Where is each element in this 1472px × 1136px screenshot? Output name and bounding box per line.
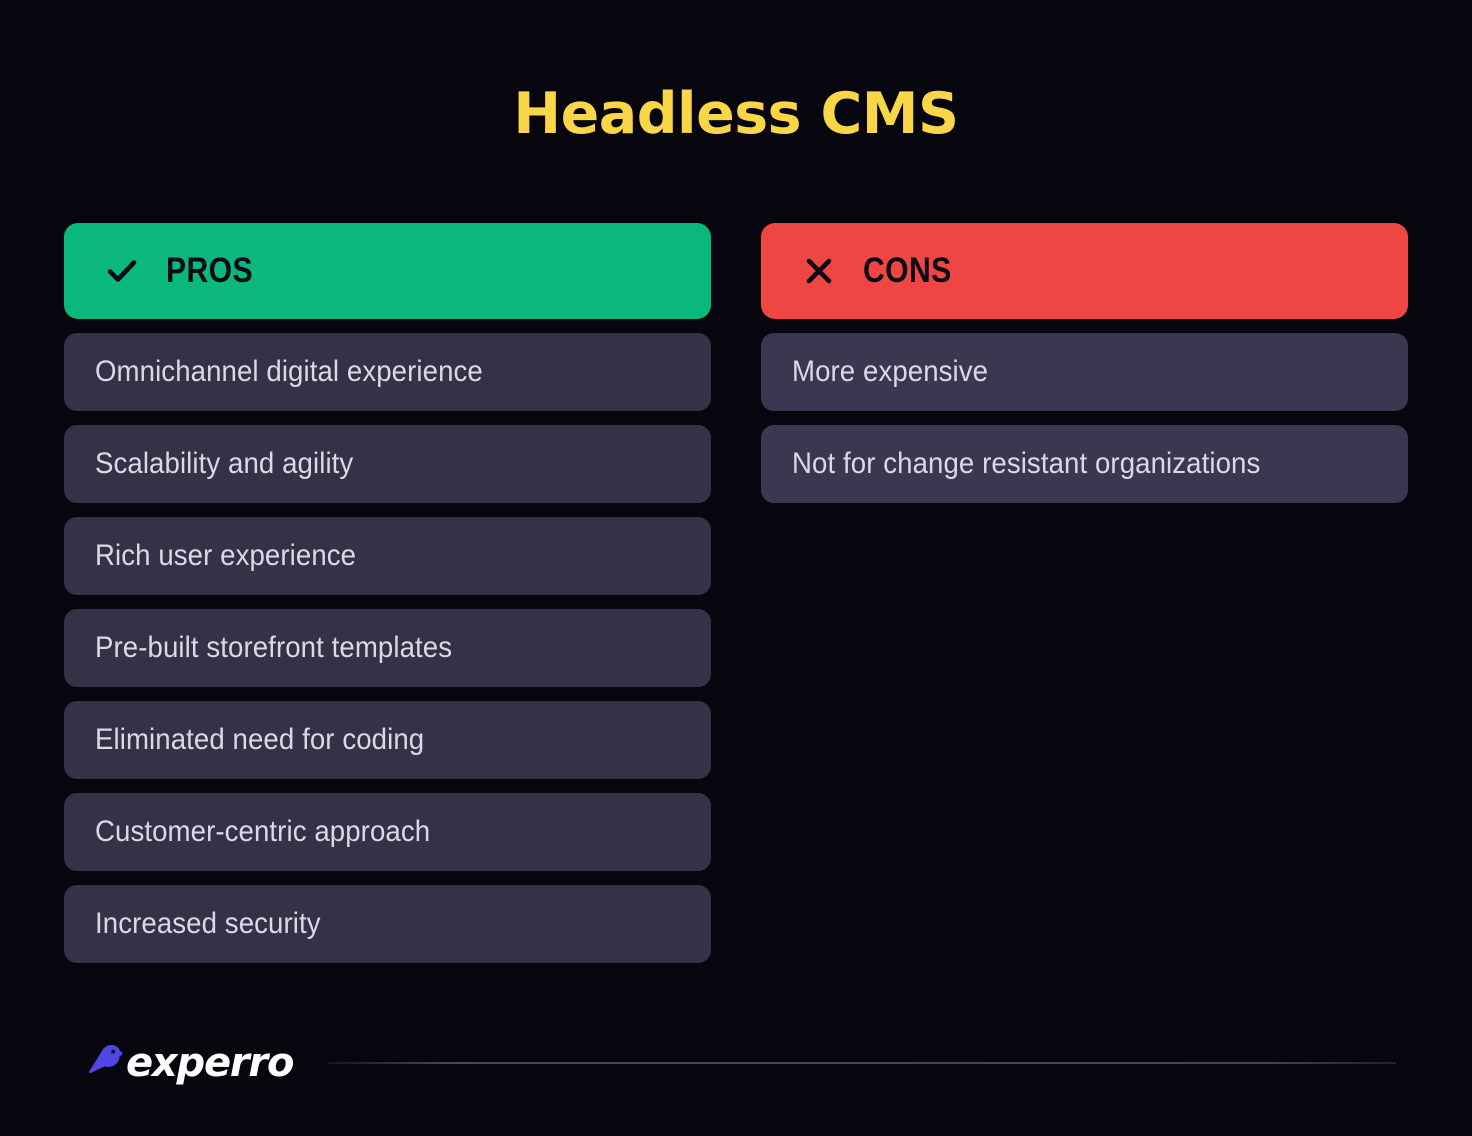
cons-column: CONS More expensive Not for change resis… (761, 223, 1408, 963)
pros-item-text: Rich user experience (95, 539, 357, 572)
footer-divider (327, 1062, 1396, 1064)
list-item: Rich user experience (64, 517, 711, 595)
infographic-canvas: Headless CMS PROS Omnichannel digital ex… (0, 0, 1472, 1136)
footer: experro (86, 1040, 1396, 1086)
cons-header: CONS (761, 223, 1408, 319)
cons-item-text: More expensive (792, 355, 989, 388)
check-icon (107, 260, 137, 282)
pros-header-label: PROS (166, 251, 254, 290)
cons-header-label: CONS (863, 251, 952, 290)
list-item: Customer-centric approach (64, 793, 711, 871)
cons-item-text: Not for change resistant organizations (792, 447, 1261, 480)
pros-item-text: Omnichannel digital experience (95, 355, 483, 388)
pros-item-text: Pre-built storefront templates (95, 631, 453, 664)
list-item: Increased security (64, 885, 711, 963)
list-item: Not for change resistant organizations (761, 425, 1408, 503)
pros-item-text: Customer-centric approach (95, 815, 431, 848)
list-item: Omnichannel digital experience (64, 333, 711, 411)
list-item: Pre-built storefront templates (64, 609, 711, 687)
pros-column: PROS Omnichannel digital experience Scal… (64, 223, 711, 963)
close-icon (806, 258, 832, 284)
pros-item-text: Increased security (95, 907, 321, 940)
pros-header: PROS (64, 223, 711, 319)
experro-logo: experro (86, 1040, 294, 1086)
pros-item-text: Scalability and agility (95, 447, 354, 480)
list-item: Scalability and agility (64, 425, 711, 503)
pros-item-text: Eliminated need for coding (95, 723, 425, 756)
experro-wordmark: experro (126, 1040, 294, 1086)
bird-logo-icon (89, 1045, 123, 1074)
list-item: Eliminated need for coding (64, 701, 711, 779)
list-item: More expensive (761, 333, 1408, 411)
page-title: Headless CMS (513, 81, 959, 147)
comparison-columns: PROS Omnichannel digital experience Scal… (64, 223, 1408, 963)
